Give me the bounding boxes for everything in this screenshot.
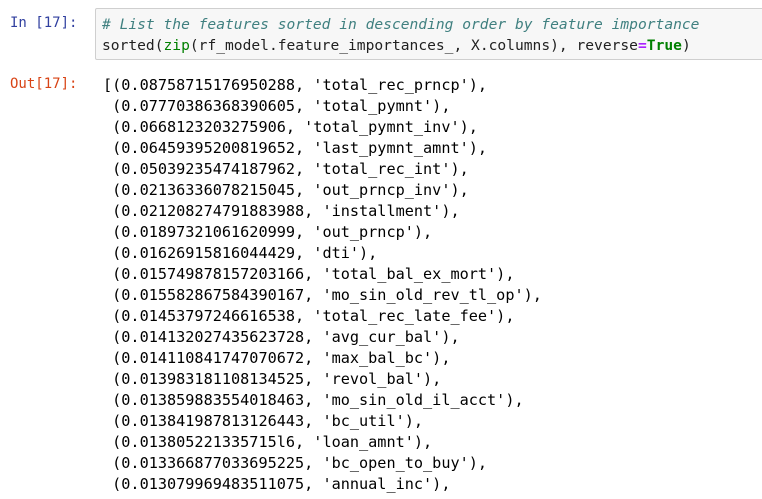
output-prompt: Out[17]: xyxy=(10,76,78,92)
output-line: (0.01453797246616538, 'total_rec_late_fe… xyxy=(103,307,515,325)
code-sorted: sorted xyxy=(102,37,155,54)
code-equals: = xyxy=(637,37,647,54)
code-paren: ( xyxy=(154,37,164,54)
code-args: (rf_model.feature_importances_, X.column… xyxy=(189,37,638,54)
code-comment: # List the features sorted in descending… xyxy=(102,16,700,33)
output-line: (0.01626915816044429, 'dti'), xyxy=(103,244,378,262)
code-zip: zip xyxy=(163,37,190,54)
code-close-paren: ) xyxy=(681,37,691,54)
code-input-area[interactable]: # List the features sorted in descending… xyxy=(95,8,762,60)
output-line: (0.06459395200819652, 'last_pymnt_amnt')… xyxy=(103,139,488,157)
code-comment-line: # List the features sorted in descending… xyxy=(102,15,699,34)
output-line: (0.013983181108134525, 'revol_bal'), xyxy=(103,370,442,388)
output-line: (0.02136336078215045, 'out_prncp_inv'), xyxy=(103,181,469,199)
output-line: (0.013841987813126443, 'bc_util'), xyxy=(103,412,424,430)
output-line: (0.014110841747070672, 'max_bal_bc'), xyxy=(103,349,451,367)
output-line: (0.013366877033695225, 'bc_open_to_buy')… xyxy=(103,454,488,472)
output-line: (0.01897321061620999, 'out_prncp'), xyxy=(103,223,433,241)
output-line: (0.05039235474187962, 'total_rec_int'), xyxy=(103,160,469,178)
output-line: (0.015582867584390167, 'mo_sin_old_rev_t… xyxy=(103,286,542,304)
output-line: (0.0777038636839060​5, 'total_pymnt'), xyxy=(103,97,451,115)
output-line: (0.013079969483511075, 'annual_inc'), xyxy=(103,475,451,493)
output-area: [(0.08758715176950288, 'total_rec_prncp'… xyxy=(103,75,758,495)
output-line: [(0.08758715176950288, 'total_rec_prncp'… xyxy=(103,76,488,94)
output-line: (0.013859883554018463, 'mo_sin_old_il_ac… xyxy=(103,391,524,409)
output-line: (0.015749878157203166, 'total_bal_ex_mor… xyxy=(103,265,515,283)
code-true: True xyxy=(646,37,682,54)
output-line: (0.021208274791883988, 'installment'), xyxy=(103,202,460,220)
code-statement-line: sorted(zip(rf_model.feature_importances_… xyxy=(102,36,691,55)
output-line: (0.013805221335715l6, 'loan_amnt'), xyxy=(103,433,433,451)
output-line: (0.014132027435623728, 'avg_cur_bal'), xyxy=(103,328,460,346)
input-prompt: In [17]: xyxy=(10,15,78,31)
output-line: (0.0668123203275906, 'total_pymnt_inv'), xyxy=(103,118,478,136)
